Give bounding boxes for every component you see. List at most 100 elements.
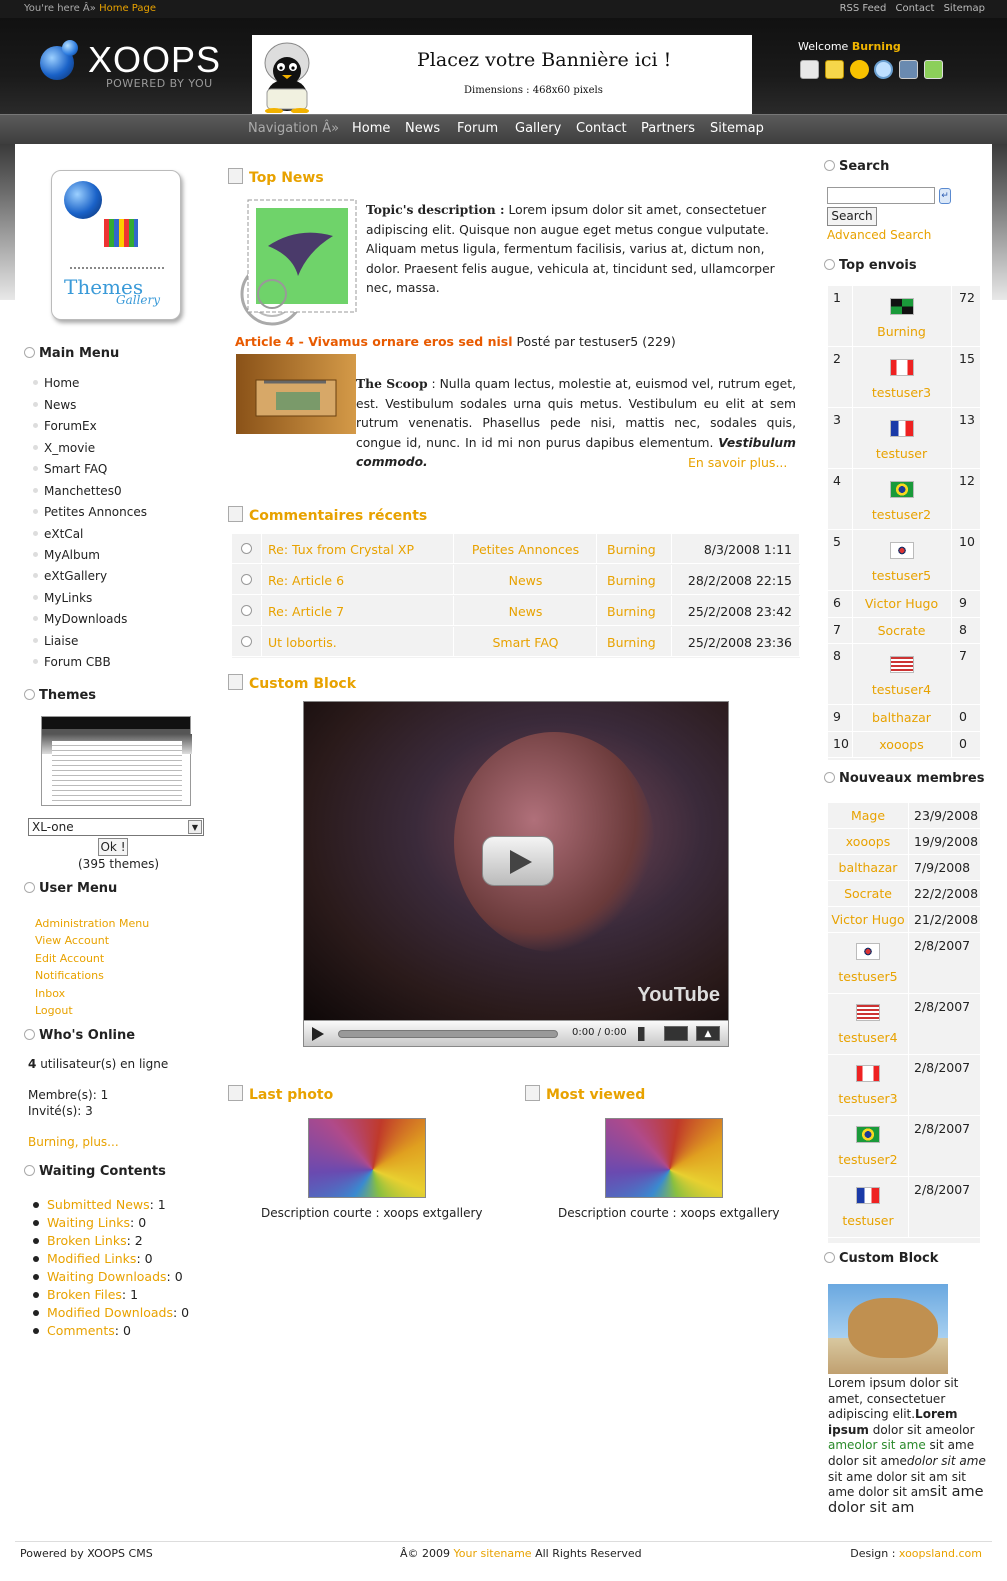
main-menu-item-news[interactable]: News	[32, 398, 76, 412]
theme-select[interactable]: XL-one ▼	[28, 818, 204, 836]
top-poster-link[interactable]: Burning	[852, 324, 951, 339]
advanced-search-link[interactable]: Advanced Search	[827, 228, 931, 242]
main-menu-item-mylinks[interactable]: MyLinks	[32, 591, 92, 605]
top-poster-link[interactable]: testuser4	[852, 682, 951, 697]
comment-module-link[interactable]: News	[454, 604, 597, 619]
user-menu-logout[interactable]: Logout	[35, 1004, 73, 1017]
comment-title-link[interactable]: Re: Article 6	[268, 573, 344, 588]
main-menu-item-x-movie[interactable]: X_movie	[32, 441, 95, 455]
chevron-down-icon[interactable]: ▼	[188, 820, 202, 834]
online-more-link[interactable]: plus...	[82, 1135, 118, 1149]
search-magnifier-icon[interactable]	[874, 60, 894, 79]
top-poster-link[interactable]: testuser	[852, 446, 951, 461]
footer-design-link[interactable]: xoopsland.com	[899, 1547, 982, 1560]
user-menu-administration[interactable]: Administration Menu	[35, 917, 149, 930]
modified-downloads-link[interactable]: Modified Downloads	[47, 1305, 173, 1320]
footer-xoops-link[interactable]: XOOPS	[87, 1547, 125, 1560]
top-poster-link[interactable]: testuser2	[852, 507, 951, 522]
notes-icon[interactable]	[824, 60, 844, 79]
main-menu-item-petites-annonces[interactable]: Petites Annonces	[33, 505, 147, 519]
modified-links-link[interactable]: Modified Links	[47, 1251, 136, 1266]
main-menu-item-mydownloads[interactable]: MyDownloads	[32, 612, 127, 626]
top-poster-link[interactable]: Victor Hugo	[852, 596, 951, 611]
main-menu-item-extcal[interactable]: eXtCal	[32, 527, 83, 541]
play-button-icon[interactable]	[482, 836, 554, 886]
user-menu-notifications[interactable]: Notifications	[35, 969, 104, 982]
theme-ok-button[interactable]: Ok !	[98, 838, 128, 856]
broken-files-link[interactable]: Broken Files	[47, 1287, 122, 1302]
comment-user-link[interactable]: Burning	[607, 573, 656, 588]
footer-sitename-link[interactable]: Your sitename	[454, 1547, 532, 1560]
contact-top-link[interactable]: Contact	[895, 3, 934, 14]
new-member-link[interactable]: Socrate	[828, 886, 908, 901]
ad-banner[interactable]: Placez votre Bannière ici ! Dimensions :…	[252, 35, 752, 115]
nav-partners[interactable]: Partners	[641, 121, 695, 136]
new-member-link[interactable]: testuser5	[828, 969, 908, 984]
comment-module-link[interactable]: Petites Annonces	[454, 542, 597, 557]
online-user-link[interactable]: Burning,	[28, 1135, 79, 1149]
search-button[interactable]: Search	[827, 207, 877, 226]
broken-links-link[interactable]: Broken Links	[47, 1233, 127, 1248]
user-menu-edit-account[interactable]: Edit Account	[35, 952, 104, 965]
new-member-link[interactable]: testuser2	[828, 1152, 908, 1167]
nav-home[interactable]: Home	[352, 121, 390, 136]
mail-icon[interactable]	[800, 60, 819, 79]
site-logo[interactable]: XOOPS POWERED BY YOU	[40, 40, 220, 90]
new-member-link[interactable]: xooops	[828, 834, 908, 849]
comment-user-link[interactable]: Burning	[607, 635, 656, 650]
nav-news[interactable]: News	[405, 121, 440, 136]
new-member-link[interactable]: Mage	[828, 808, 908, 823]
comment-title-link[interactable]: Ut lobortis.	[268, 635, 337, 650]
nav-gallery[interactable]: Gallery	[515, 121, 561, 136]
resize-icon[interactable]	[664, 1026, 688, 1041]
rss-feed-link[interactable]: RSS Feed	[840, 3, 887, 14]
new-member-link[interactable]: testuser	[828, 1213, 908, 1228]
main-menu-item-forumex[interactable]: ForumEx	[33, 419, 97, 433]
main-menu-item-manchettes[interactable]: Manchettes0	[33, 484, 122, 498]
most-viewed-umbrella-image[interactable]	[605, 1118, 723, 1198]
waiting-links-link[interactable]: Waiting Links	[47, 1215, 130, 1230]
video-player[interactable]: YouTube 0:00 / 0:00 ▲	[303, 701, 729, 1047]
main-menu-item-home[interactable]: Home	[32, 376, 79, 390]
comment-module-link[interactable]: Smart FAQ	[454, 635, 597, 650]
main-menu-item-extgallery[interactable]: eXtGallery	[32, 569, 107, 583]
top-poster-link[interactable]: testuser5	[852, 568, 951, 583]
top-poster-link[interactable]: balthazar	[852, 710, 951, 725]
new-member-link[interactable]: testuser4	[828, 1030, 908, 1045]
main-menu-item-liaise[interactable]: Liaise	[32, 634, 78, 648]
logout-arrow-icon[interactable]	[924, 60, 944, 79]
waiting-downloads-link[interactable]: Waiting Downloads	[47, 1269, 167, 1284]
user-menu-inbox[interactable]: Inbox	[35, 987, 65, 1000]
top-poster-link[interactable]: Socrate	[852, 623, 951, 638]
waiting-submitted-news-link[interactable]: Submitted News	[47, 1197, 150, 1212]
mousetrap-image[interactable]	[236, 354, 356, 434]
breadcrumb-home-link[interactable]: Home Page	[99, 3, 156, 14]
user-menu-view-account[interactable]: View Account	[35, 934, 109, 947]
main-menu-item-smart-faq[interactable]: Smart FAQ	[32, 462, 107, 476]
themes-gallery-logo[interactable]: Themes Gallery	[51, 170, 181, 320]
search-input[interactable]	[827, 187, 935, 204]
article-title-link[interactable]: Article 4 - Vivamus ornare eros sed nisl	[235, 334, 512, 349]
comment-user-link[interactable]: Burning	[607, 542, 656, 557]
nav-sitemap[interactable]: Sitemap	[710, 121, 764, 136]
top-poster-link[interactable]: testuser3	[852, 385, 951, 400]
new-member-link[interactable]: Victor Hugo	[828, 912, 908, 927]
monitor-icon[interactable]	[899, 60, 919, 79]
fullscreen-icon[interactable]: ▲	[696, 1026, 720, 1041]
progress-bar[interactable]	[338, 1030, 558, 1038]
read-more-link[interactable]: En savoir plus...	[688, 455, 787, 470]
nav-contact[interactable]: Contact	[576, 121, 627, 136]
volume-icon[interactable]	[638, 1027, 654, 1041]
comment-title-link[interactable]: Re: Article 7	[268, 604, 344, 619]
top-poster-link[interactable]: xooops	[852, 737, 951, 752]
comment-title-link[interactable]: Re: Tux from Crystal XP	[268, 542, 414, 557]
search-help-icon[interactable]: ↵	[939, 188, 951, 204]
welcome-username[interactable]: Burning	[852, 40, 901, 53]
chat-icon[interactable]	[849, 60, 869, 79]
nav-forum[interactable]: Forum	[457, 121, 498, 136]
new-member-link[interactable]: balthazar	[828, 860, 908, 875]
sitemap-top-link[interactable]: Sitemap	[944, 3, 985, 14]
comment-user-link[interactable]: Burning	[607, 604, 656, 619]
camel-image[interactable]	[828, 1284, 948, 1374]
comments-link[interactable]: Comments	[47, 1323, 115, 1338]
